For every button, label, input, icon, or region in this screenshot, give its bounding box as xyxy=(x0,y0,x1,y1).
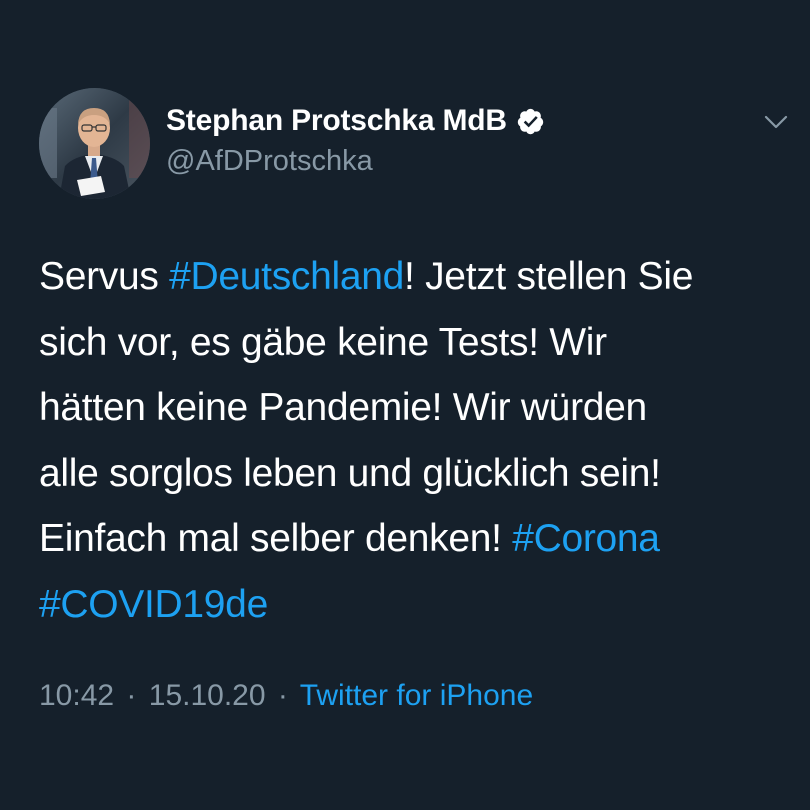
tweet-source-link[interactable]: Twitter for iPhone xyxy=(300,679,533,712)
avatar[interactable] xyxy=(39,88,150,199)
tweet-line: alle sorglos leben und glücklich sein! xyxy=(39,451,661,495)
hashtag-corona[interactable]: #Corona xyxy=(512,517,660,560)
tweet-line: sich vor, es gäbe keine Tests! Wir xyxy=(39,320,607,364)
author-name-row[interactable]: Stephan Protschka MdB xyxy=(166,104,545,138)
tweet-date[interactable]: 15.10.20 xyxy=(149,679,266,712)
tweet-text-segment: Einfach mal selber denken! xyxy=(39,517,513,560)
meta-separator: · xyxy=(277,679,288,712)
hashtag-covid19de[interactable]: #COVID19de xyxy=(39,583,268,626)
tweet-time[interactable]: 10:42 xyxy=(39,679,114,712)
tweet-meta: 10:42 · 15.10.20 · Twitter for iPhone xyxy=(39,679,533,713)
chevron-down-icon[interactable] xyxy=(762,110,790,134)
tweet-line: Servus #Deutschland! Jetzt stellen Sie xyxy=(39,244,799,310)
tweet-text-segment: ! Jetzt stellen Sie xyxy=(404,255,694,298)
tweet-text: Servus #Deutschland! Jetzt stellen Sie s… xyxy=(39,244,799,637)
tweet-line: Einfach mal selber denken! #Corona xyxy=(39,506,799,572)
tweet-line: hätten keine Pandemie! Wir würden xyxy=(39,386,647,429)
tweet-line: #COVID19de xyxy=(39,572,799,638)
meta-separator: · xyxy=(126,679,137,712)
verified-badge-icon xyxy=(516,107,545,136)
hashtag-deutschland[interactable]: #Deutschland xyxy=(169,255,404,298)
avatar-photo xyxy=(39,88,150,199)
author-display-name[interactable]: Stephan Protschka MdB xyxy=(166,104,507,138)
tweet-text-segment: Servus xyxy=(39,255,170,298)
author-handle[interactable]: @AfDProtschka xyxy=(166,145,373,178)
